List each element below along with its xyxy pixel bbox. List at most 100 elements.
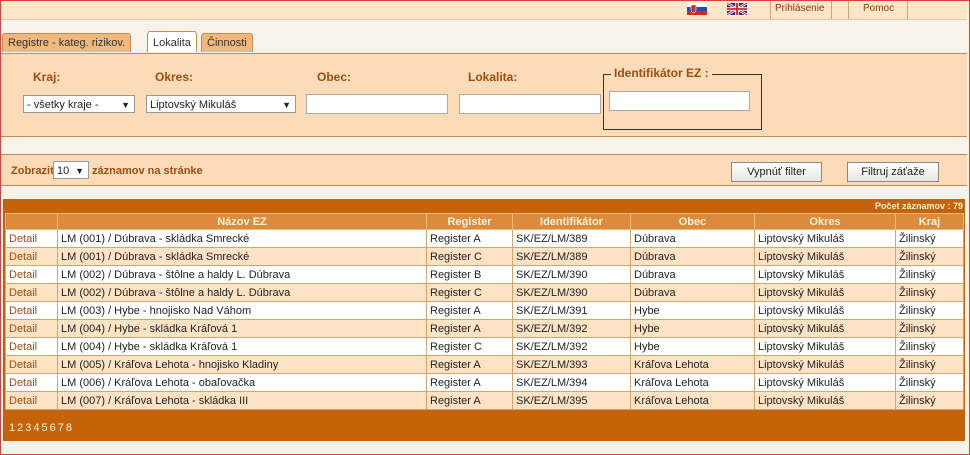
divider <box>907 1 908 19</box>
page-link[interactable]: 3 <box>25 422 32 434</box>
divider <box>770 1 771 19</box>
page-link[interactable]: 6 <box>50 422 57 434</box>
identifikator-cell: SK/EZ/LM/395 <box>512 391 631 410</box>
okres-cell: Liptovský Mikuláš <box>754 337 896 356</box>
register-cell: Register A <box>426 319 513 338</box>
dropdown-arrow-icon: ▼ <box>75 166 84 176</box>
page-link[interactable]: 8 <box>66 422 73 434</box>
tab-lokalita[interactable]: Lokalita <box>147 31 197 52</box>
kraj-label: Kraj: <box>33 70 61 84</box>
header-detail <box>5 213 58 230</box>
kraj-select[interactable]: - všetky kraje - ▼ <box>23 95 135 113</box>
table-row: Detail LM (005) / Kráľova Lehota - hnojis… <box>5 355 964 374</box>
slovak-flag-icon[interactable] <box>687 3 707 15</box>
register-cell: Register B <box>426 265 513 284</box>
register-cell: Register A <box>426 355 513 374</box>
register-cell: Register A <box>426 229 513 248</box>
header-nazov[interactable]: Názov EZ <box>57 213 427 230</box>
reset-filter-button[interactable]: Vypnúť filter <box>731 162 822 182</box>
page-link[interactable]: 4 <box>33 422 40 434</box>
register-cell: Register C <box>426 283 513 302</box>
kraj-select-value: - všetky kraje - <box>27 99 99 111</box>
okres-select-value: Liptovský Mikuláš <box>150 99 237 111</box>
help-link[interactable]: Pomoc <box>863 3 894 14</box>
obec-cell: Dúbrava <box>630 283 755 302</box>
nazov-cell: LM (003) / Hybe - hnojisko Nad Váhom <box>57 301 427 320</box>
detail-link[interactable]: Detail <box>5 337 58 356</box>
detail-link[interactable]: Detail <box>5 391 58 410</box>
english-flag-icon[interactable] <box>727 3 747 15</box>
header-obec[interactable]: Obec <box>630 213 755 230</box>
show-label: Zobraziť <box>11 165 56 177</box>
header-okres[interactable]: Okres <box>754 213 896 230</box>
kraj-cell: Žilinský <box>895 355 964 374</box>
okres-cell: Liptovský Mikuláš <box>754 301 896 320</box>
list-controls: Zobraziť 10 ▼ záznamov na stránke Vypnúť… <box>1 154 967 186</box>
okres-cell: Liptovský Mikuláš <box>754 247 896 266</box>
page-link[interactable]: 5 <box>42 422 49 434</box>
obec-cell: Kráľova Lehota <box>630 355 755 374</box>
lokalita-input[interactable] <box>459 94 601 114</box>
detail-link[interactable]: Detail <box>5 247 58 266</box>
obec-cell: Dúbrava <box>630 247 755 266</box>
record-count: Počet záznamov : 79 <box>874 201 963 211</box>
identifikator-cell: SK/EZ/LM/389 <box>512 229 631 248</box>
divider <box>831 1 832 19</box>
page-size-value: 10 <box>57 165 70 177</box>
top-bar: Prihlásenie Pomoc <box>1 1 967 20</box>
register-cell: Register C <box>426 337 513 356</box>
header-register[interactable]: Register <box>426 213 513 230</box>
nazov-cell: LM (001) / Dúbrava - skládka Smrecké <box>57 247 427 266</box>
per-page-label: záznamov na stránke <box>92 165 203 177</box>
page-link[interactable]: 1 <box>9 422 16 434</box>
okres-cell: Liptovský Mikuláš <box>754 283 896 302</box>
table-row: Detail LM (007) / Kráľova Lehota - skládk… <box>5 391 964 410</box>
register-cell: Register A <box>426 373 513 392</box>
apply-filter-button[interactable]: Filtruj záťaže <box>847 162 939 182</box>
detail-link[interactable]: Detail <box>5 319 58 338</box>
obec-cell: Dúbrava <box>630 229 755 248</box>
table-row: Detail LM (001) / Dúbrava - skládka Smrec… <box>5 247 964 266</box>
kraj-cell: Žilinský <box>895 229 964 248</box>
obec-cell: Kráľova Lehota <box>630 391 755 410</box>
page-size-select[interactable]: 10 ▼ <box>53 161 89 179</box>
page-link[interactable]: 2 <box>17 422 24 434</box>
kraj-cell: Žilinský <box>895 391 964 410</box>
register-cell: Register A <box>426 391 513 410</box>
results-panel: Počet záznamov : 79 Názov EZ Register Id… <box>3 199 965 441</box>
dropdown-arrow-icon: ▼ <box>282 100 291 110</box>
detail-link[interactable]: Detail <box>5 283 58 302</box>
detail-link[interactable]: Detail <box>5 373 58 392</box>
header-kraj[interactable]: Kraj <box>895 213 964 230</box>
tab-registre[interactable]: Registre - kateg. rizikov. <box>2 33 132 52</box>
identifikator-cell: SK/EZ/LM/392 <box>512 319 631 338</box>
header-identifikator[interactable]: Identifikátor <box>512 213 631 230</box>
nazov-cell: LM (002) / Dúbrava - štôlne a haldy L. D… <box>57 283 427 302</box>
obec-input[interactable] <box>306 94 448 114</box>
dropdown-arrow-icon: ▼ <box>121 100 130 110</box>
okres-cell: Liptovský Mikuláš <box>754 355 896 374</box>
page-link[interactable]: 7 <box>58 422 65 434</box>
identifikator-input[interactable] <box>609 91 750 111</box>
tab-cinnosti[interactable]: Činnosti <box>201 33 253 52</box>
okres-cell: Liptovský Mikuláš <box>754 229 896 248</box>
results-table: Názov EZ Register Identifikátor Obec Okr… <box>5 213 964 410</box>
identifikator-cell: SK/EZ/LM/394 <box>512 373 631 392</box>
lokalita-label: Lokalita: <box>468 70 518 84</box>
obec-cell: Hybe <box>630 337 755 356</box>
okres-cell: Liptovský Mikuláš <box>754 391 896 410</box>
detail-link[interactable]: Detail <box>5 229 58 248</box>
detail-link[interactable]: Detail <box>5 265 58 284</box>
okres-select[interactable]: Liptovský Mikuláš ▼ <box>146 95 296 113</box>
obec-cell: Dúbrava <box>630 265 755 284</box>
identifikator-label: Identifikátor EZ : <box>611 66 712 80</box>
obec-cell: Hybe <box>630 319 755 338</box>
register-cell: Register A <box>426 301 513 320</box>
nazov-cell: LM (002) / Dúbrava - štôlne a haldy L. D… <box>57 265 427 284</box>
detail-link[interactable]: Detail <box>5 355 58 374</box>
detail-link[interactable]: Detail <box>5 301 58 320</box>
nazov-cell: LM (007) / Kráľova Lehota - skládka III <box>57 391 427 410</box>
login-link[interactable]: Prihlásenie <box>775 3 824 14</box>
table-row: Detail LM (006) / Kráľova Lehota - obaľov… <box>5 373 964 392</box>
obec-cell: Kráľova Lehota <box>630 373 755 392</box>
